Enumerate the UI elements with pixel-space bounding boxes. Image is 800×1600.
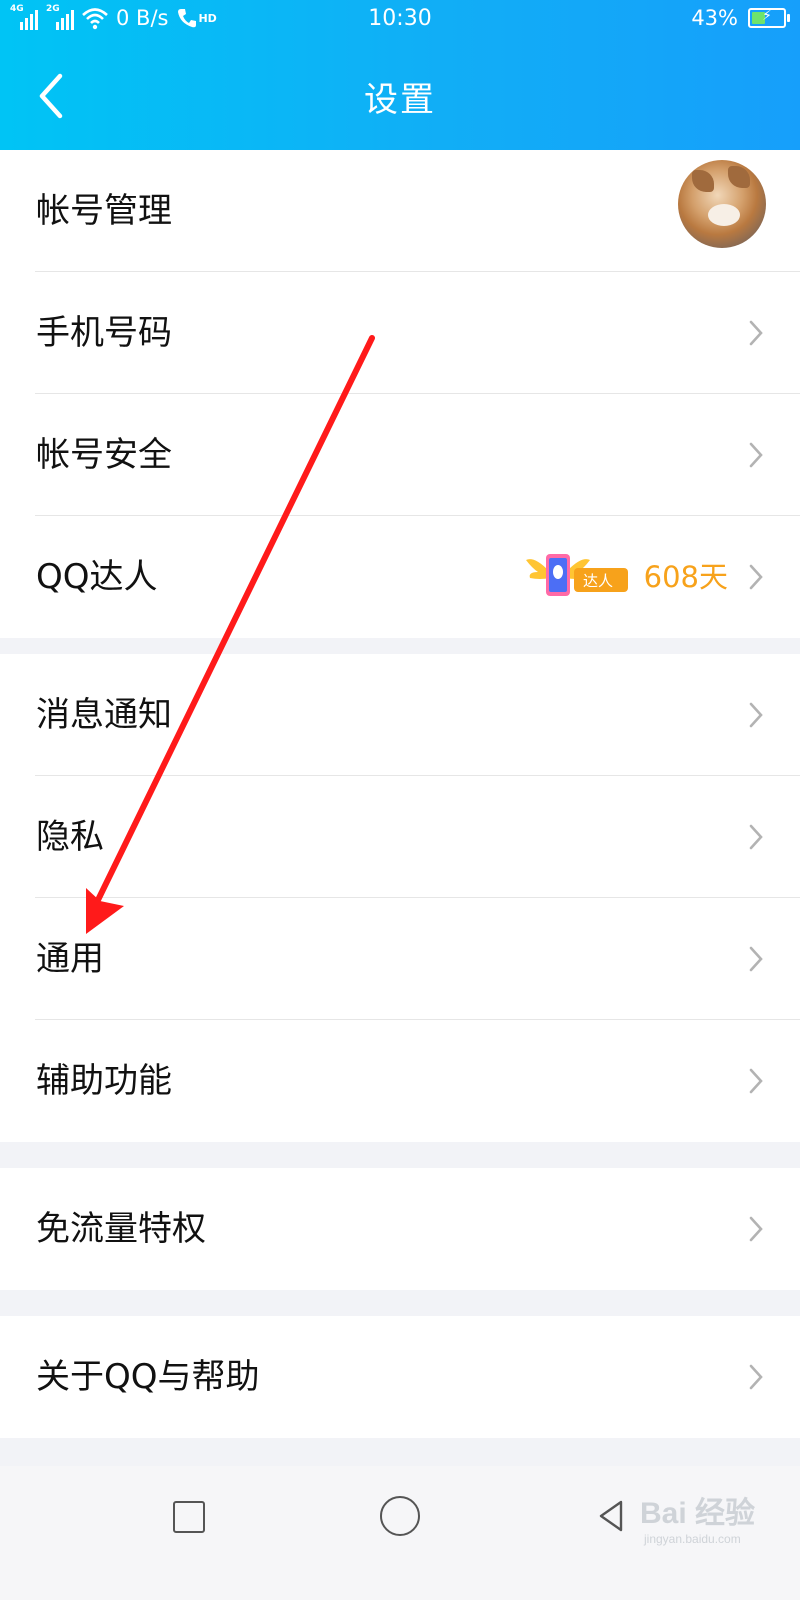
daren-days: 608天 bbox=[643, 560, 728, 594]
status-bar: 4G 2G 0 B/s HD 10:30 43% ⚡ bbox=[0, 0, 800, 42]
daren-badge-icon: 达人 bbox=[526, 554, 628, 596]
recent-apps-button[interactable] bbox=[173, 1501, 205, 1533]
charging-bolt-icon: ⚡ bbox=[762, 8, 772, 24]
settings-item-accessibility[interactable]: 辅助功能 bbox=[0, 1020, 800, 1142]
chevron-right-icon bbox=[749, 564, 763, 590]
chevron-right-icon bbox=[749, 946, 763, 972]
baidu-jingyan-watermark: Bai 经验 jingyan.baidu.com bbox=[640, 1480, 790, 1550]
chevron-right-icon bbox=[749, 1216, 763, 1242]
settings-item-data-free-privilege[interactable]: 免流量特权 bbox=[0, 1168, 800, 1290]
settings-item-qq-daren[interactable]: QQ达人 达人 608天 bbox=[0, 516, 800, 638]
settings-item-label: 手机号码 bbox=[36, 313, 172, 353]
settings-group-about: 关于QQ与帮助 bbox=[0, 1316, 800, 1438]
settings-item-notifications[interactable]: 消息通知 bbox=[0, 654, 800, 776]
settings-item-label: 免流量特权 bbox=[36, 1209, 206, 1249]
page-title: 设置 bbox=[364, 80, 436, 120]
settings-item-privacy[interactable]: 隐私 bbox=[0, 776, 800, 898]
watermark-main: Bai 经验 bbox=[640, 1497, 756, 1530]
settings-item-label: 帐号安全 bbox=[36, 435, 172, 475]
battery-icon: ⚡ bbox=[748, 8, 790, 28]
settings-item-label: 通用 bbox=[36, 939, 104, 979]
chevron-right-icon bbox=[749, 1068, 763, 1094]
chevron-right-icon bbox=[749, 320, 763, 346]
chevron-right-icon bbox=[749, 702, 763, 728]
settings-item-about-help[interactable]: 关于QQ与帮助 bbox=[0, 1316, 800, 1438]
title-bar: 4G 2G 0 B/s HD 10:30 43% ⚡ 设置 bbox=[0, 0, 800, 150]
settings-item-label: 辅助功能 bbox=[36, 1061, 172, 1101]
watermark-sub: jingyan.baidu.com bbox=[644, 1532, 741, 1546]
settings-item-label: 帐号管理 bbox=[36, 191, 172, 231]
settings-item-account-security[interactable]: 帐号安全 bbox=[0, 394, 800, 516]
settings-item-phone-number[interactable]: 手机号码 bbox=[0, 272, 800, 394]
settings-item-general[interactable]: 通用 bbox=[0, 898, 800, 1020]
chevron-right-icon bbox=[749, 442, 763, 468]
settings-item-account-management[interactable]: 帐号管理 bbox=[0, 150, 800, 272]
settings-group-account: 帐号管理 手机号码 帐号安全 QQ达人 达人 608天 bbox=[0, 150, 800, 638]
avatar[interactable] bbox=[678, 160, 766, 248]
settings-item-label: QQ达人 bbox=[36, 557, 158, 597]
status-right: 43% ⚡ bbox=[691, 6, 790, 30]
home-button[interactable] bbox=[380, 1496, 420, 1536]
settings-item-label: 关于QQ与帮助 bbox=[36, 1357, 260, 1397]
badge-text: 达人 bbox=[583, 572, 613, 590]
status-time: 10:30 bbox=[368, 6, 432, 31]
settings-item-label: 隐私 bbox=[36, 817, 104, 857]
system-back-button[interactable] bbox=[595, 1496, 627, 1536]
settings-group-general: 消息通知 隐私 通用 辅助功能 bbox=[0, 654, 800, 1142]
battery-percent: 43% bbox=[691, 6, 738, 30]
chevron-right-icon bbox=[749, 1364, 763, 1390]
settings-group-data-free: 免流量特权 bbox=[0, 1168, 800, 1290]
system-navigation-bar: Bai 经验 jingyan.baidu.com bbox=[0, 1466, 800, 1600]
settings-item-label: 消息通知 bbox=[36, 695, 172, 735]
chevron-right-icon bbox=[749, 824, 763, 850]
